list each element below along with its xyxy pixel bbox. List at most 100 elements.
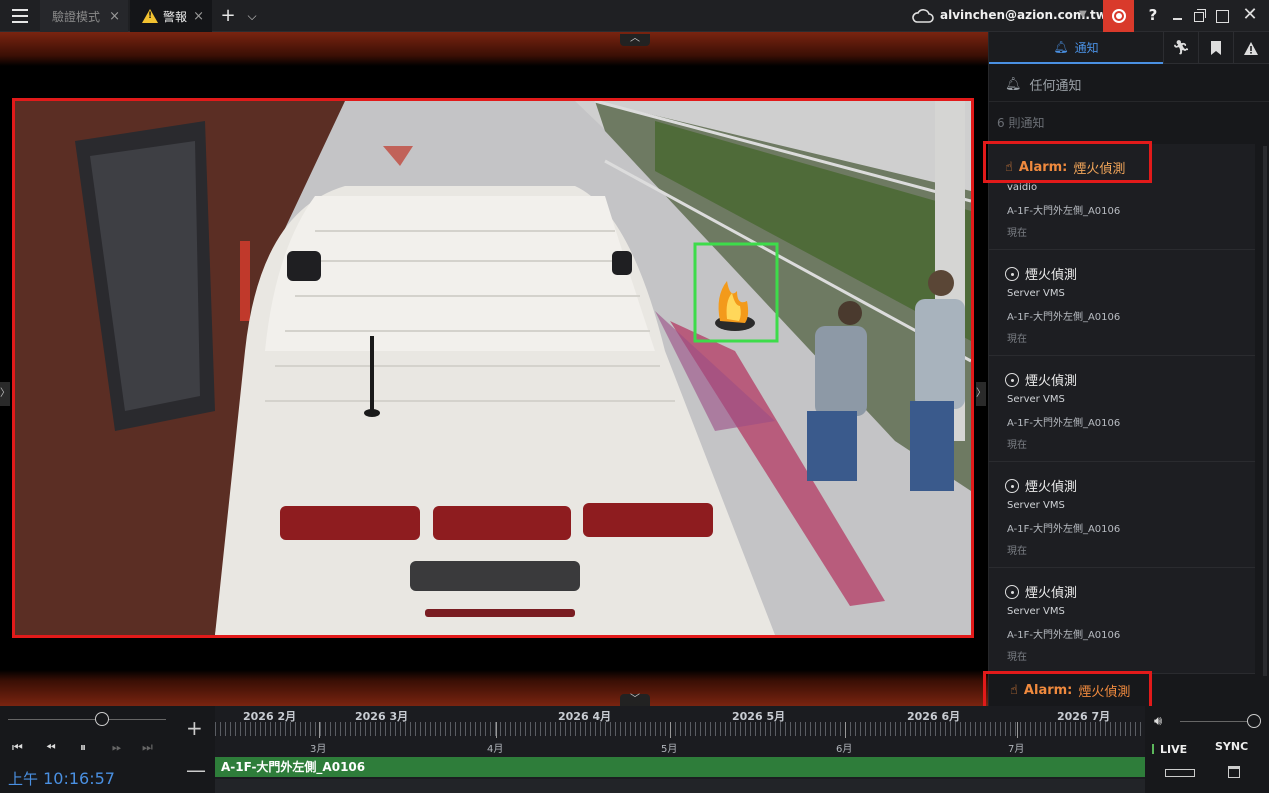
notification-title: 煙火偵測 xyxy=(1005,264,1077,283)
alarm-highlight-box xyxy=(983,141,1152,183)
notification-source: Server VMS xyxy=(1007,500,1065,511)
plus-icon[interactable]: + xyxy=(218,5,238,27)
record-button[interactable] xyxy=(1103,0,1134,32)
timeline-month-label: 7月 xyxy=(1008,744,1025,755)
close-icon[interactable]: × xyxy=(109,9,120,24)
timeline-major-tick xyxy=(670,722,671,738)
playback-clock: 上午 10:16:57 xyxy=(8,768,115,789)
scrollbar[interactable] xyxy=(1263,146,1267,676)
event-icon xyxy=(1005,266,1019,281)
pause-icon[interactable]: ⏸︎ xyxy=(80,740,86,756)
notification-filter[interactable]: 🔔︎ 任何通知 xyxy=(989,68,1269,102)
tab-verification-mode[interactable]: 驗證模式 × xyxy=(40,0,128,32)
fast-forward-icon[interactable]: ⏩︎ xyxy=(112,740,122,756)
zoom-out-icon[interactable]: — xyxy=(186,758,206,782)
tab-label: 通知 xyxy=(1074,40,1099,55)
maximize-icon[interactable] xyxy=(1214,8,1230,24)
cloud-icon xyxy=(912,9,934,23)
left-panel-toggle-icon[interactable]: 〉 xyxy=(0,382,10,406)
close-icon[interactable]: × xyxy=(193,9,204,24)
bell-icon: 🔔︎ xyxy=(1053,40,1069,54)
event-icon xyxy=(1005,584,1019,599)
live-button[interactable]: LIVE xyxy=(1152,740,1202,758)
notification-item[interactable]: 煙火偵測 Server VMS A-1F-大門外左側_A0106 現在 xyxy=(989,250,1255,356)
playback-controls: ⏮︎ ⏪︎ ⏸︎ ⏩︎ ⏭︎ 上午 10:16:57 + — 2026 2月 2… xyxy=(0,706,1269,793)
notification-panel: 🔔︎ 通知 🏃︎ 🔔︎ 任何通知 6 則通知 ☝︎ Alarm: 煙火偵測 va… xyxy=(988,32,1269,706)
notification-title: 煙火偵測 xyxy=(1005,582,1077,601)
timeline[interactable]: 2026 2月 2026 3月 2026 4月 2026 5月 2026 6月 … xyxy=(215,706,1145,793)
notification-title-text: 煙火偵測 xyxy=(1025,586,1078,601)
notification-title-text: 煙火偵測 xyxy=(1025,374,1078,389)
layout-icon[interactable] xyxy=(1165,769,1195,777)
notification-camera: A-1F-大門外左側_A0106 xyxy=(1007,312,1121,323)
record-icon xyxy=(1111,9,1126,23)
hamburger-icon[interactable] xyxy=(0,0,40,32)
minimize-icon[interactable] xyxy=(1170,8,1186,24)
timeline-major-tick xyxy=(496,722,497,738)
timeline-month-label: 5月 xyxy=(661,744,678,755)
notification-item[interactable]: 煙火偵測 Server VMS A-1F-大門外左側_A0106 現在 xyxy=(989,568,1255,674)
notification-camera: A-1F-大門外左側_A0106 xyxy=(1007,630,1121,641)
notification-time: 現在 xyxy=(1007,228,1027,239)
timeline-major-tick xyxy=(845,722,846,738)
timeline-month-label: 4月 xyxy=(487,744,504,755)
timeline-major-tick xyxy=(319,722,320,738)
live-label: LIVE xyxy=(1160,742,1188,756)
notification-list: ☝︎ Alarm: 煙火偵測 vaidio A-1F-大門外左側_A0106 現… xyxy=(989,144,1255,674)
tab-label: 警報 xyxy=(163,9,188,24)
right-panel-toggle-icon[interactable]: 〉 xyxy=(976,382,986,406)
notification-time: 現在 xyxy=(1007,652,1027,663)
close-icon[interactable]: ✕ xyxy=(1240,5,1260,25)
timeline-lower-track xyxy=(215,779,1145,793)
event-icon xyxy=(1005,372,1019,387)
speed-slider-handle[interactable] xyxy=(95,712,109,726)
notification-item[interactable]: 煙火偵測 Server VMS A-1F-大門外左側_A0106 現在 xyxy=(989,462,1255,568)
warning-icon xyxy=(142,9,158,23)
tab-label: 驗證模式 xyxy=(52,9,101,24)
timeline-ticks xyxy=(215,722,1145,736)
clock-time: 10:16:57 xyxy=(43,769,115,788)
tab-notifications[interactable]: 🔔︎ 通知 xyxy=(989,32,1163,64)
notification-source: vaidio xyxy=(1007,182,1038,193)
alarm-glow-top xyxy=(0,32,988,66)
top-bar: 驗證模式 × 警報 × + ⌵ alvinchen@azion.com.tw ▼… xyxy=(0,0,1269,32)
notification-source: Server VMS xyxy=(1007,394,1065,405)
zoom-in-icon[interactable]: + xyxy=(186,716,203,740)
notification-camera: A-1F-大門外左側_A0106 xyxy=(1007,524,1121,535)
tab-alarm[interactable]: 警報 × xyxy=(130,0,212,32)
timeline-month-label: 3月 xyxy=(310,744,327,755)
sync-button[interactable]: SYNC xyxy=(1215,740,1248,753)
skip-start-icon[interactable]: ⏮︎ xyxy=(12,740,23,756)
notification-camera: A-1F-大門外左側_A0106 xyxy=(1007,418,1121,429)
live-indicator xyxy=(1152,744,1154,754)
notification-title: 煙火偵測 xyxy=(1005,370,1077,389)
chevron-down-icon[interactable]: ⌵ xyxy=(244,5,260,27)
volume-slider-track[interactable] xyxy=(1180,721,1250,722)
collapse-up-icon[interactable]: ︿ xyxy=(620,34,650,46)
skip-end-icon[interactable]: ⏭︎ xyxy=(142,740,153,756)
volume-slider-handle[interactable] xyxy=(1247,714,1261,728)
restore-icon[interactable] xyxy=(1192,8,1208,24)
notification-item[interactable]: 煙火偵測 Server VMS A-1F-大門外左側_A0106 現在 xyxy=(989,356,1255,462)
warning-icon[interactable] xyxy=(1233,32,1268,64)
camera-track[interactable]: A-1F-大門外左側_A0106 xyxy=(215,757,1145,777)
notification-time: 現在 xyxy=(1007,440,1027,451)
bell-outline-icon: 🔔︎ xyxy=(1005,77,1022,92)
calendar-icon[interactable] xyxy=(1228,766,1240,778)
video-area: ︿ ﹀ 〉 〉 xyxy=(0,32,988,706)
notification-count: 6 則通知 xyxy=(997,116,1045,130)
notification-title-text: 煙火偵測 xyxy=(1025,480,1078,495)
collapse-down-icon[interactable]: ﹀ xyxy=(620,694,650,706)
motion-person-icon[interactable]: 🏃︎ xyxy=(1163,32,1198,64)
chevron-down-icon[interactable]: ▼ xyxy=(1079,9,1087,20)
clock-ampm: 上午 xyxy=(8,770,39,788)
volume-icon[interactable]: 🔊︎ xyxy=(1154,714,1162,729)
rewind-icon[interactable]: ⏪︎ xyxy=(46,740,56,756)
camera-view[interactable] xyxy=(12,98,974,638)
notification-time: 現在 xyxy=(1007,334,1027,345)
notification-title-text: 煙火偵測 xyxy=(1025,268,1078,283)
bookmark-icon[interactable] xyxy=(1198,32,1233,64)
notification-time: 現在 xyxy=(1007,546,1027,557)
help-icon[interactable]: ? xyxy=(1142,6,1164,26)
speed-slider-track[interactable] xyxy=(8,719,166,720)
